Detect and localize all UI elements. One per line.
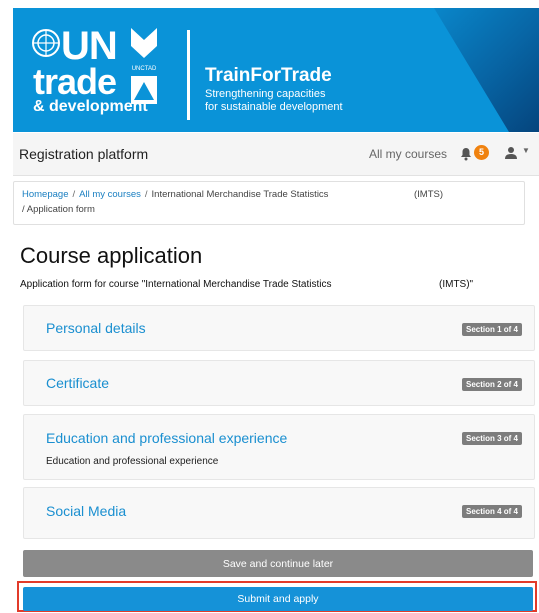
- subtitle-line-2: for sustainable development: [205, 100, 343, 113]
- section-title[interactable]: Certificate: [46, 375, 109, 391]
- section-badge: Section 1 of 4: [461, 323, 522, 336]
- section-personal-details[interactable]: Personal details Section 1 of 4: [23, 305, 535, 351]
- section-badge: Section 3 of 4: [461, 432, 522, 445]
- breadcrumb-current: Application form: [26, 204, 95, 215]
- trainfortrade-subtitle: Strengthening capacities for sustainable…: [205, 88, 343, 113]
- unctad-logo-icon: UNCTAD: [131, 28, 157, 104]
- breadcrumb-courses-link[interactable]: All my courses: [79, 189, 141, 200]
- breadcrumb-separator: /: [144, 189, 148, 200]
- section-description: Education and professional experience: [46, 456, 219, 467]
- page-intro: Application form for course "Internation…: [20, 279, 332, 290]
- top-navbar: Registration platform All my courses 5 ▼: [13, 133, 539, 176]
- breadcrumb-separator: /: [72, 189, 76, 200]
- logo-un-text: UN: [61, 24, 118, 68]
- page-intro-suffix: (IMTS)": [439, 279, 474, 290]
- unctad-label: UNCTAD: [132, 66, 157, 72]
- breadcrumb-course-name: International Merchandise Trade Statisti…: [151, 189, 329, 200]
- notification-bell-icon[interactable]: [459, 147, 473, 161]
- trainfortrade-title: TrainForTrade: [205, 65, 332, 86]
- header-banner: UN trade & development UNCTAD TrainForTr…: [13, 8, 539, 132]
- all-my-courses-link[interactable]: All my courses: [369, 147, 447, 161]
- breadcrumb-line-2: / Application form: [22, 204, 95, 215]
- breadcrumb-course-suffix: (IMTS): [414, 189, 444, 200]
- subtitle-line-1: Strengthening capacities: [205, 88, 326, 100]
- banner-accent: [434, 8, 539, 132]
- logo-trade-text: trade: [33, 61, 117, 102]
- section-certificate[interactable]: Certificate Section 2 of 4: [23, 360, 535, 406]
- breadcrumb-separator: /: [22, 204, 25, 215]
- breadcrumb-line-1: Homepage / All my courses / International Me…: [22, 189, 328, 200]
- user-menu-icon[interactable]: [504, 146, 518, 160]
- breadcrumb-home-link[interactable]: Homepage: [22, 189, 68, 200]
- page-title: Course application: [20, 243, 203, 268]
- breadcrumb: Homepage / All my courses / International Me…: [13, 181, 525, 225]
- section-social-media[interactable]: Social Media Section 4 of 4: [23, 487, 535, 539]
- notification-count-badge: 5: [474, 145, 489, 160]
- section-badge: Section 2 of 4: [461, 378, 522, 391]
- un-emblem-icon: [32, 29, 60, 57]
- banner-divider: [187, 30, 190, 120]
- section-title[interactable]: Education and professional experience: [46, 430, 287, 446]
- submit-apply-button[interactable]: Submit and apply: [23, 587, 533, 611]
- site-brand[interactable]: Registration platform: [19, 146, 148, 162]
- section-title[interactable]: Personal details: [46, 320, 146, 336]
- section-education-experience[interactable]: Education and professional experience Se…: [23, 414, 535, 480]
- section-badge: Section 4 of 4: [461, 505, 522, 518]
- chevron-down-icon[interactable]: ▼: [522, 146, 530, 155]
- section-title[interactable]: Social Media: [46, 503, 126, 519]
- save-continue-later-button[interactable]: Save and continue later: [23, 550, 533, 577]
